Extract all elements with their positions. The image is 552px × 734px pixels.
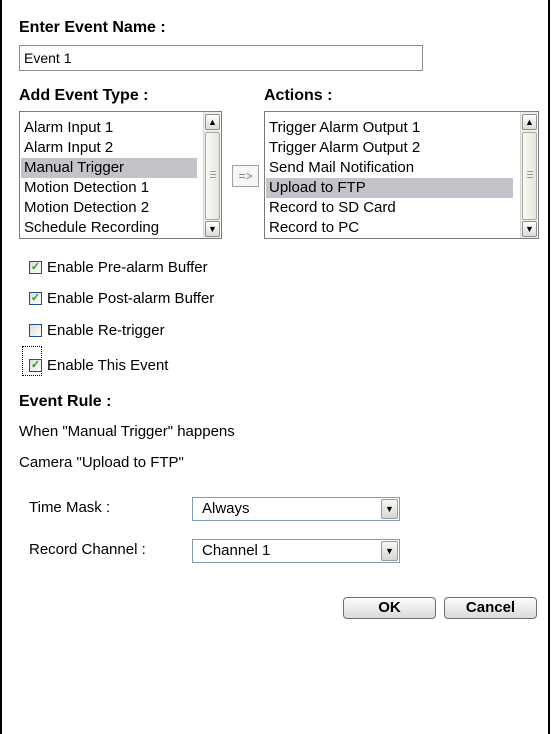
pre-alarm-buffer-label: Enable Pre-alarm Buffer: [47, 259, 208, 276]
list-item[interactable]: Alarm Input 1: [24, 118, 113, 138]
enable-event-label: Enable This Event: [47, 357, 169, 374]
actions-scrollbar[interactable]: ▲ ▼: [520, 112, 537, 238]
event-rule-label: Event Rule :: [19, 393, 112, 410]
chevron-down-icon[interactable]: ▼: [381, 499, 398, 519]
post-alarm-buffer-label: Enable Post-alarm Buffer: [47, 290, 215, 307]
time-mask-label: Time Mask :: [29, 499, 111, 516]
add-action-button[interactable]: =>: [232, 165, 259, 187]
scroll-down-icon[interactable]: ▼: [522, 221, 537, 237]
scroll-down-icon[interactable]: ▼: [205, 221, 220, 237]
event-type-label: Add Event Type :: [19, 87, 149, 104]
list-item[interactable]: Motion Detection 2: [24, 198, 149, 218]
list-item-selected[interactable]: Upload to FTP: [266, 178, 513, 198]
event-type-listbox[interactable]: Alarm Input 1 Alarm Input 2 Manual Trigg…: [19, 111, 222, 239]
actions-label: Actions :: [264, 87, 333, 104]
list-item[interactable]: Alarm Input 2: [24, 138, 113, 158]
event-name-label: Enter Event Name :: [19, 19, 166, 36]
record-channel-label: Record Channel :: [29, 541, 146, 558]
event-rule-line-1: When "Manual Trigger" happens: [19, 423, 235, 440]
checkbox-checked-icon[interactable]: ✓: [29, 292, 42, 305]
list-item[interactable]: Record to PC: [269, 218, 359, 238]
checkbox-checked-icon[interactable]: ✓: [29, 359, 42, 372]
actions-listbox[interactable]: Trigger Alarm Output 1 Trigger Alarm Out…: [264, 111, 539, 239]
list-item[interactable]: Schedule Recording: [24, 218, 159, 238]
list-item[interactable]: Motion Detection 1: [24, 178, 149, 198]
list-item-selected[interactable]: Manual Trigger: [21, 158, 197, 178]
checkbox-checked-icon[interactable]: ✓: [29, 261, 42, 274]
event-name-input[interactable]: [19, 45, 423, 71]
chevron-down-icon[interactable]: ▼: [381, 541, 398, 561]
event-rule-line-2: Camera "Upload to FTP": [19, 454, 184, 471]
re-trigger-label: Enable Re-trigger: [47, 322, 165, 339]
time-mask-select[interactable]: Always ▼: [192, 497, 400, 521]
cancel-button[interactable]: Cancel: [444, 597, 537, 619]
scroll-thumb[interactable]: [205, 132, 220, 220]
list-item[interactable]: Record to SD Card: [269, 198, 396, 218]
list-item[interactable]: Send Mail Notification: [269, 158, 414, 178]
record-channel-value: Channel 1: [202, 542, 271, 559]
time-mask-value: Always: [202, 500, 250, 517]
scroll-up-icon[interactable]: ▲: [522, 114, 537, 130]
scroll-thumb[interactable]: [522, 132, 537, 220]
list-item[interactable]: Trigger Alarm Output 1: [269, 118, 420, 138]
scroll-up-icon[interactable]: ▲: [205, 114, 220, 130]
record-channel-select[interactable]: Channel 1 ▼: [192, 539, 400, 563]
list-item[interactable]: Trigger Alarm Output 2: [269, 138, 420, 158]
checkbox-unchecked-icon[interactable]: [29, 324, 42, 337]
ok-button[interactable]: OK: [343, 597, 436, 619]
event-type-scrollbar[interactable]: ▲ ▼: [203, 112, 220, 238]
